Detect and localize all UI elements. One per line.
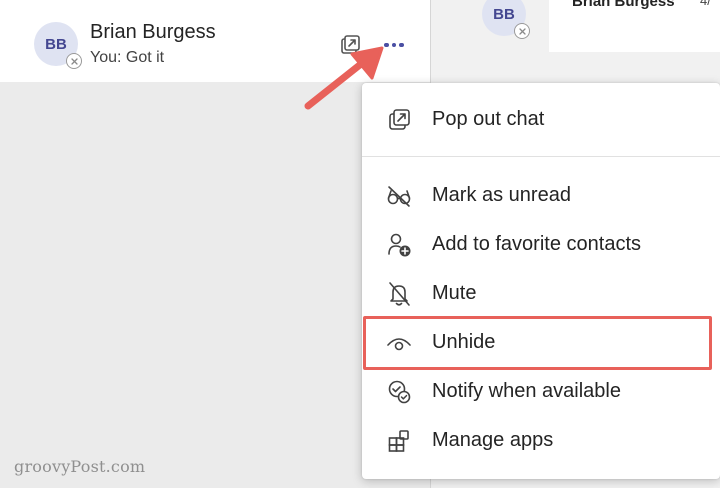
menu-item-unhide[interactable]: Unhide [362,319,720,365]
menu-item-add-to-favorite-contacts[interactable]: Add to favorite contacts [362,221,720,267]
menu-item-label: Add to favorite contacts [432,233,642,255]
person-add-icon [386,232,412,258]
eye-icon [386,330,412,356]
popout-icon[interactable] [338,33,362,57]
context-menu: Pop out chat Mark as unread Add to favor… [362,83,720,479]
status-offline-icon [66,53,82,69]
menu-item-notify-when-available[interactable]: Notify when available [362,368,720,414]
avatar: BB [34,22,82,69]
menu-item-label: Pop out chat [432,108,545,130]
menu-divider [362,156,720,157]
more-options-icon[interactable] [378,34,410,56]
popout-icon [386,107,412,133]
glasses-icon [386,183,412,209]
menu-item-label: Mute [432,282,477,304]
notify-icon [386,379,412,405]
menu-item-mark-as-unread[interactable]: Mark as unread [362,172,720,218]
conversation-title: Brian Burgess [572,0,675,10]
menu-item-mute[interactable]: Mute [362,270,720,316]
status-offline-icon [514,23,530,39]
apps-icon [386,428,412,454]
menu-item-manage-apps[interactable]: Manage apps [362,417,720,463]
menu-item-pop-out-chat[interactable]: Pop out chat [362,96,720,142]
chat-list-item[interactable]: BB Brian Burgess You: Got it [0,0,430,82]
bell-off-icon [386,281,412,307]
header-avatar: BB [482,0,530,39]
menu-item-label: Manage apps [432,429,554,451]
avatar-initials: BB [45,35,67,53]
avatar-initials: BB [493,5,515,23]
watermark: groovyPost.com [14,457,146,476]
conversation-header-tag: 4/ [700,0,711,8]
menu-item-label: Unhide [432,331,496,353]
menu-item-label: Notify when available [432,380,621,402]
menu-item-label: Mark as unread [432,184,571,206]
chat-name: Brian Burgess [90,21,216,43]
chat-preview: You: Got it [90,49,165,66]
